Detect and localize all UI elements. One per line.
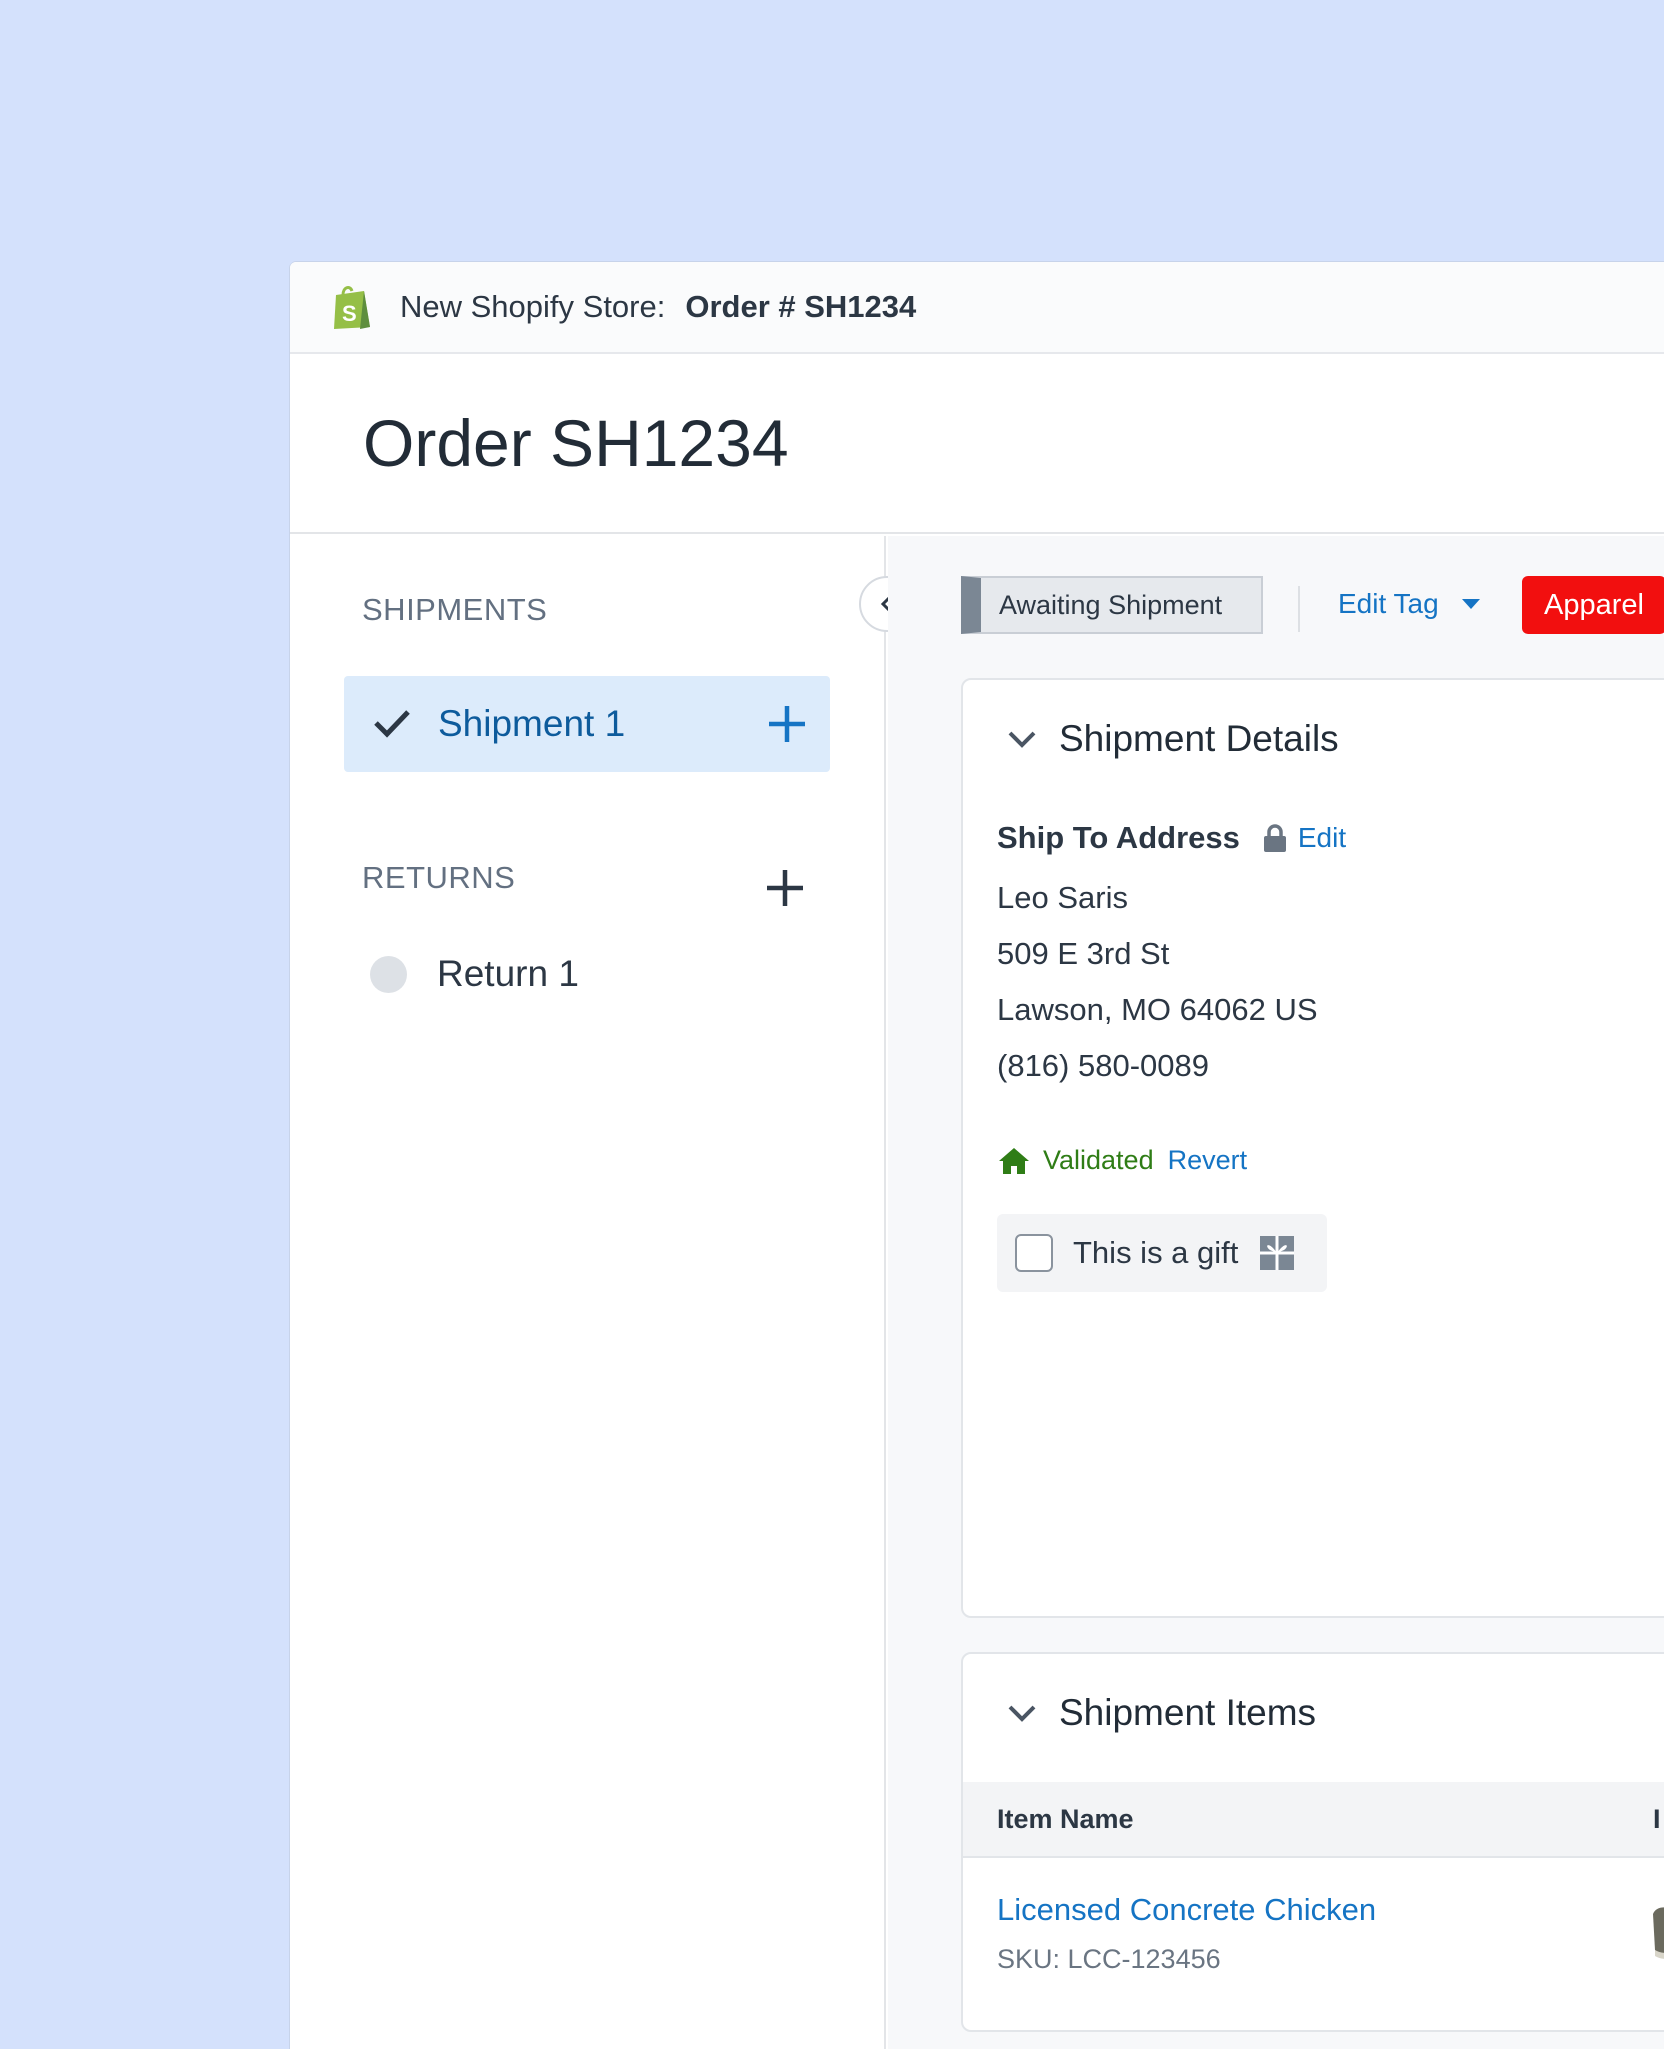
shopify-bag-icon: S bbox=[334, 286, 370, 329]
edit-address-link[interactable]: Edit bbox=[1298, 822, 1346, 854]
validated-label: Validated bbox=[1043, 1145, 1154, 1175]
store-label: New Shopify Store: bbox=[400, 289, 666, 324]
sidebar: SHIPMENTS Shipment 1 RETURNS Return 1 bbox=[290, 536, 915, 2049]
svg-text:S: S bbox=[342, 301, 357, 326]
chevron-down-icon bbox=[1008, 731, 1036, 748]
table-header: Item Name I bbox=[963, 1782, 1664, 1858]
gift-icon bbox=[1260, 1236, 1295, 1270]
toolbar-divider bbox=[1298, 586, 1300, 632]
revert-link[interactable]: Revert bbox=[1168, 1145, 1248, 1176]
item-sku: SKU: LCC-123456 bbox=[997, 1944, 1221, 1974]
shipment-items-header[interactable]: Shipment Items bbox=[1007, 1692, 1316, 1734]
sidebar-item-return-1[interactable]: Return 1 bbox=[370, 953, 579, 995]
shipment-details-card: Shipment Details Ship To Address Edit Le… bbox=[961, 678, 1664, 1618]
caret-down-icon bbox=[1461, 599, 1480, 609]
tag-badge[interactable]: Apparel bbox=[1522, 576, 1664, 634]
shipment-details-header[interactable]: Shipment Details bbox=[1007, 718, 1339, 760]
return-label: Return 1 bbox=[437, 953, 579, 994]
sidebar-item-shipment-1[interactable]: Shipment 1 bbox=[344, 676, 830, 772]
order-breadcrumb[interactable]: Order # SH1234 bbox=[685, 289, 916, 325]
edit-tag-dropdown[interactable]: Edit Tag bbox=[1338, 588, 1481, 620]
add-shipment-icon[interactable] bbox=[766, 703, 808, 745]
shipment-items-title: Shipment Items bbox=[1059, 1692, 1317, 1733]
add-return-icon[interactable] bbox=[764, 867, 806, 909]
address-name: Leo Saris bbox=[997, 880, 1128, 915]
gift-checkbox[interactable] bbox=[1015, 1234, 1053, 1272]
address-phone: (816) 580-0089 bbox=[997, 1048, 1209, 1083]
gift-option[interactable]: This is a gift bbox=[997, 1214, 1327, 1292]
address-validation: Validated Revert bbox=[997, 1145, 1247, 1176]
edit-tag-label: Edit Tag bbox=[1338, 588, 1439, 619]
home-icon bbox=[999, 1147, 1029, 1174]
status-badge: Awaiting Shipment bbox=[961, 576, 1263, 634]
status-dot-icon bbox=[370, 955, 407, 993]
top-bar: S New Shopify Store: Order # SH1234 bbox=[290, 262, 1664, 354]
gift-label: This is a gift bbox=[1073, 1235, 1239, 1270]
shipments-section-label: SHIPMENTS bbox=[362, 592, 548, 627]
column-header-next: I bbox=[1653, 1803, 1661, 1834]
ship-to-label: Ship To Address bbox=[997, 820, 1240, 855]
product-thumbnail-icon bbox=[1653, 1907, 1664, 1959]
item-name-link[interactable]: Licensed Concrete Chicken bbox=[997, 1892, 1376, 1928]
column-header-item-name: Item Name bbox=[997, 1803, 1134, 1834]
lock-icon bbox=[1263, 824, 1286, 852]
app-window: S New Shopify Store: Order # SH1234 Orde… bbox=[290, 262, 1664, 2049]
ship-to-address-header: Ship To Address Edit bbox=[997, 820, 1346, 856]
checkmark-icon bbox=[374, 710, 410, 738]
page-header: Order SH1234 bbox=[290, 354, 1664, 534]
shipment-label: Shipment 1 bbox=[438, 703, 626, 744]
returns-section-label: RETURNS bbox=[362, 860, 516, 895]
address-city: Lawson, MO 64062 US bbox=[997, 992, 1318, 1027]
shipment-details-title: Shipment Details bbox=[1059, 718, 1339, 759]
chevron-down-icon bbox=[1008, 1705, 1036, 1722]
shipment-items-card: Shipment Items Item Name I Licensed Conc… bbox=[961, 1652, 1664, 2032]
body-area: SHIPMENTS Shipment 1 RETURNS Return 1 Aw… bbox=[290, 536, 1664, 2049]
page-title: Order SH1234 bbox=[363, 406, 789, 480]
address-street: 509 E 3rd St bbox=[997, 936, 1170, 971]
main-panel: Awaiting Shipment Edit Tag Apparel Shipm… bbox=[888, 536, 1664, 2049]
